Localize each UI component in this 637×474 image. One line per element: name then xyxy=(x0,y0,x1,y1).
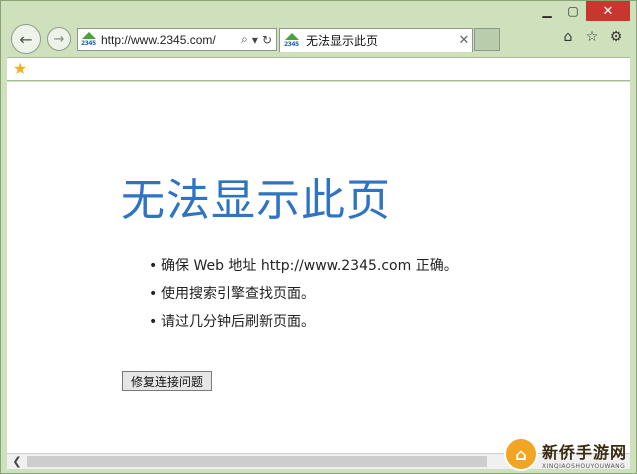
tab-title: 无法显示此页 xyxy=(306,34,379,48)
scroll-thumb[interactable] xyxy=(27,456,487,467)
list-item: 确保 Web 地址 http://www.2345.com 正确。 xyxy=(149,254,458,282)
window-caption-buttons: ▁ ▢ ✕ xyxy=(534,1,630,21)
fix-connection-button[interactable]: 修复连接问题 xyxy=(122,371,212,391)
new-tab-button[interactable] xyxy=(474,28,500,51)
favorites-star-icon[interactable]: ☆ xyxy=(584,29,600,45)
search-icon[interactable]: ⌕ xyxy=(241,32,248,47)
add-favorite-icon[interactable]: ★ xyxy=(13,61,29,77)
maximize-button[interactable]: ▢ xyxy=(560,1,586,21)
url-text[interactable]: http://www.2345.com/ xyxy=(101,33,241,47)
tab-active[interactable]: 2345 无法显示此页 ✕ xyxy=(279,28,473,52)
address-bar[interactable]: 2345 http://www.2345.com/ ⌕ ▾ ↻ xyxy=(77,28,277,51)
list-item: 请过几分钟后刷新页面。 xyxy=(149,310,458,338)
suggestion-list: 确保 Web 地址 http://www.2345.com 正确。 使用搜索引擎… xyxy=(149,254,458,338)
list-item: 使用搜索引擎查找页面。 xyxy=(149,282,458,310)
tab-site-logo-icon: 2345 xyxy=(284,32,300,49)
chevron-down-icon[interactable]: ▾ xyxy=(252,33,258,47)
close-window-button[interactable]: ✕ xyxy=(586,1,630,21)
favorites-bar: ★ xyxy=(7,57,630,81)
scroll-left-icon[interactable]: ❮ xyxy=(9,454,25,470)
site-logo-icon: 2345 xyxy=(81,31,97,48)
back-button[interactable]: ← xyxy=(11,24,41,54)
tab-close-icon[interactable]: ✕ xyxy=(456,33,472,48)
watermark-text: 新侨手游网 xyxy=(542,442,628,462)
home-icon[interactable]: ⌂ xyxy=(560,29,576,45)
watermark: ⌂ 新侨手游网 XINQIAOSHOUYOUWANG xyxy=(504,435,636,473)
refresh-icon[interactable]: ↻ xyxy=(262,33,272,47)
page-content: 无法显示此页 确保 Web 地址 http://www.2345.com 正确。… xyxy=(7,82,630,454)
back-arrow-icon: ← xyxy=(19,29,33,49)
minimize-button[interactable]: ▁ xyxy=(534,1,560,21)
watermark-logo-icon: ⌂ xyxy=(504,437,538,471)
navigation-row: ← → 2345 http://www.2345.com/ ⌕ ▾ ↻ 2345… xyxy=(7,23,630,55)
toolbar-right: ⌂ ☆ ⚙ xyxy=(560,29,624,45)
page-title: 无法显示此页 xyxy=(121,175,391,226)
browser-window: ▁ ▢ ✕ ← → 2345 http://www.2345.com/ ⌕ ▾ … xyxy=(0,0,637,474)
watermark-subtext: XINQIAOSHOUYOUWANG xyxy=(542,462,626,470)
forward-button[interactable]: → xyxy=(47,27,71,51)
forward-arrow-icon: → xyxy=(53,31,65,47)
gear-icon[interactable]: ⚙ xyxy=(608,29,624,45)
